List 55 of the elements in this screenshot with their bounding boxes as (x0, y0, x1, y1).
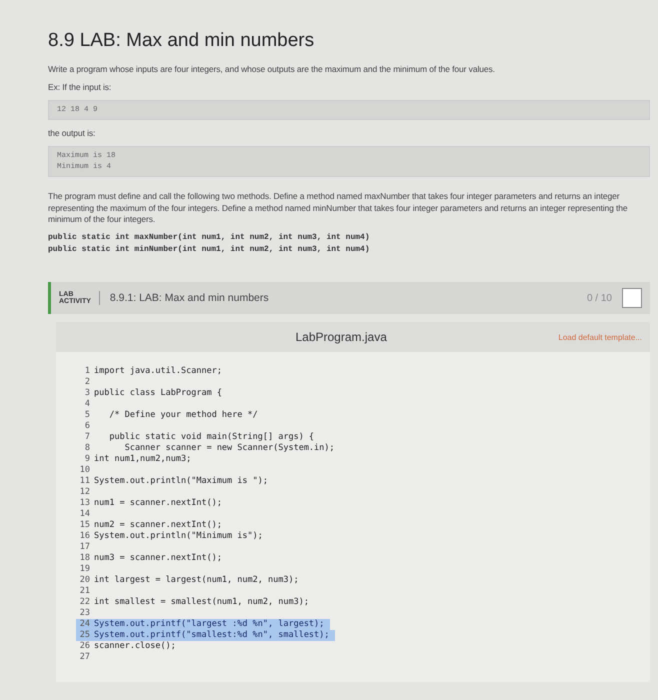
line-number: 8 (84, 443, 90, 454)
code-text: System.out.printf("largest :%d %n", largest); (94, 619, 324, 630)
line-number: 6 (84, 421, 90, 432)
line-number: 23 (78, 608, 90, 620)
line-number: 5 (84, 410, 90, 422)
lab-title: 8.9.1: LAB: Max and min numbers (110, 292, 270, 304)
load-template-link[interactable]: Load default template... (558, 332, 642, 342)
line-number: 24 (78, 619, 90, 630)
code-text: int num1,num2,num3; (94, 454, 192, 466)
line-number: 12 (78, 487, 90, 498)
code-text: /* Define your method here */ (108, 410, 258, 422)
method-signature: public static int minNumber(int num1, int num2, int num3, int num4) (48, 244, 371, 256)
output-label: the output is: (48, 128, 96, 140)
code-text: int smallest = smallest(num1, num2, num3); (94, 597, 309, 608)
line-number: 25 (78, 630, 90, 642)
line-number: 21 (78, 586, 90, 598)
code-text: System.out.println("Maximum is "); (94, 476, 268, 488)
line-number: 4 (84, 399, 90, 410)
code-text: scanner.close(); (94, 641, 176, 652)
code-text: import java.util.Scanner; (94, 366, 222, 378)
code-text: System.out.printf("smallest:%d %n", smallest); (94, 630, 330, 642)
code-text: System.out.println("Minimum is"); (94, 531, 263, 542)
line-number: 11 (78, 476, 90, 488)
line-number: 2 (84, 377, 90, 388)
code-text: public class LabProgram { (94, 388, 222, 400)
code-editor[interactable] (56, 352, 650, 682)
line-number: 13 (78, 498, 90, 510)
line-number: 9 (84, 454, 90, 466)
line-number: 26 (78, 641, 90, 652)
score-text: 0 / 10 (586, 292, 612, 304)
code-text: public static void main(String[] args) { (108, 432, 314, 444)
intro-text: Write a program whose inputs are four integers, and whose outputs are the maximum and the minimum of the four values. (48, 64, 496, 76)
code-text: num2 = scanner.nextInt(); (94, 520, 222, 532)
line-number: 10 (78, 465, 90, 476)
line-number: 7 (84, 432, 90, 444)
line-number: 16 (78, 531, 90, 542)
line-number: 14 (78, 509, 90, 520)
code-text: num3 = scanner.nextInt(); (94, 553, 222, 564)
page-title: 8.9 LAB: Max and min numbers (48, 30, 316, 52)
line-number: 27 (78, 652, 90, 664)
line-number: 17 (78, 542, 90, 554)
line-number: 20 (78, 575, 90, 586)
line-number: 3 (84, 388, 90, 400)
example-label: Ex: If the input is: (48, 82, 112, 94)
file-name: LabProgram.java (294, 330, 388, 344)
line-number: 19 (78, 564, 90, 576)
description-text: The program must define and call the following two methods. Define a method named maxNumber that takes four integer parameters and returns an integer representing the maximum of the four integers. Define a method named minNumber that takes four integer parameters and returns an integer representing the minimum of the four integers. (48, 190, 629, 226)
line-number: 1 (84, 366, 90, 378)
code-text: int largest = largest(num1, num2, num3); (94, 575, 299, 586)
line-number: 18 (78, 553, 90, 564)
code-text: Scanner scanner = new Scanner(System.in); (124, 443, 335, 454)
line-number: 15 (78, 520, 90, 532)
line-number: 22 (78, 597, 90, 608)
method-signature: public static int maxNumber(int num1, int num2, int num3, int num4) (48, 232, 371, 244)
code-text: num1 = scanner.nextInt(); (94, 498, 222, 510)
